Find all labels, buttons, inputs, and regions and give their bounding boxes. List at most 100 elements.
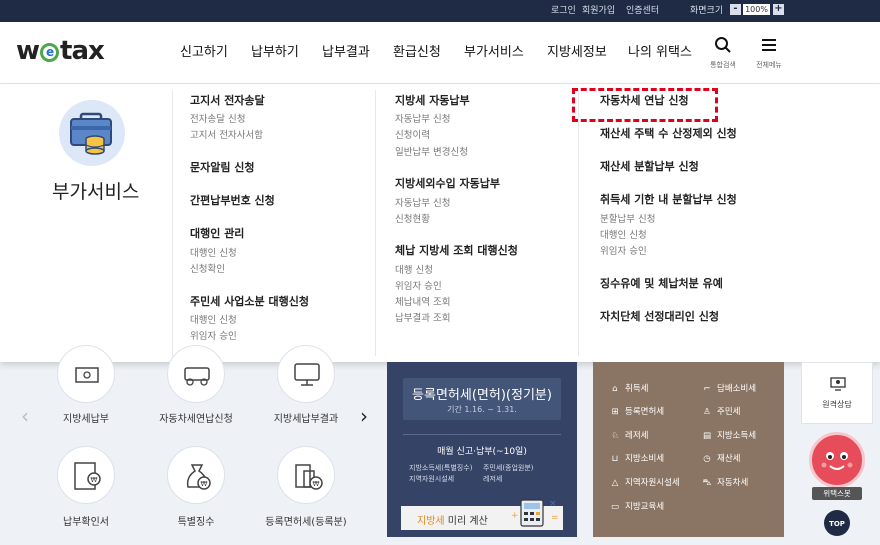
quick-label[interactable]: 납부확인서 xyxy=(26,513,146,528)
tax-type-link[interactable]: ⌐ 담배소비세 xyxy=(701,382,756,394)
remote-consult-button[interactable]: 원격상담 xyxy=(801,362,873,424)
search-icon xyxy=(715,37,731,53)
tax-type-link[interactable]: ♘ 레저세 xyxy=(609,429,648,441)
menu-local-gov-agent[interactable]: 자치단체 선정대리인 신청 xyxy=(600,308,719,324)
document-icon: ▤ xyxy=(702,431,712,441)
login-link[interactable]: 로그인 xyxy=(551,3,576,16)
tax-schedule-banner[interactable]: 등록면허세(면허)(정기분) 기간 1.16. ~ 1.31. 매월 신고·납부… xyxy=(387,362,577,537)
full-menu-button[interactable]: 전체메뉴 xyxy=(753,36,785,70)
svg-text:+: + xyxy=(511,511,519,521)
banner-tax-item: 지방소득세(특별징수) xyxy=(409,464,473,472)
banner-tax-item: 레저세 xyxy=(483,475,503,483)
remote-consult-label: 원격상담 xyxy=(822,400,852,409)
car-icon xyxy=(184,367,210,386)
submenu-item[interactable]: 자동납부 신청 xyxy=(395,195,450,209)
menu-easy-pay-number[interactable]: 간편납부번호 신청 xyxy=(190,192,275,208)
menu-resident-tax-agent[interactable]: 주민세 사업소분 대행신청 xyxy=(190,293,309,309)
menu-non-tax-auto-payment[interactable]: 지방세외수입 자동납부 xyxy=(395,175,500,191)
banner-title-box: 등록면허세(면허)(정기분) 기간 1.16. ~ 1.31. xyxy=(403,378,561,420)
tax-type-link[interactable]: ⌂ 취득세 xyxy=(609,382,648,394)
nav-my-wetax[interactable]: 나의 위택스 xyxy=(628,41,692,60)
hamburger-menu-icon xyxy=(762,39,776,51)
quick-icon-car-tax[interactable] xyxy=(167,345,225,403)
quick-label[interactable]: 자동차세연납신청 xyxy=(136,410,256,425)
person-icon: ♙ xyxy=(703,407,711,417)
banner-title: 등록면허세(면허)(정기분) xyxy=(412,388,552,403)
signup-link[interactable]: 회원가입 xyxy=(582,3,615,16)
submenu-item[interactable]: 위임자 승인 xyxy=(395,278,442,292)
menu-property-tax-installment[interactable]: 재산세 분할납부 신청 xyxy=(600,158,699,174)
quick-icon-payment-cert[interactable]: ₩ xyxy=(57,446,115,504)
submenu-item[interactable]: 신청현황 xyxy=(395,211,430,225)
submenu-item[interactable]: 대행인 신청 xyxy=(600,227,647,241)
mega-menu-title: 부가서비스 xyxy=(52,181,140,203)
submenu-item[interactable]: 위임자 승인 xyxy=(190,328,237,342)
tax-type-link[interactable]: ⛍ 자동차세 xyxy=(701,476,749,489)
quick-icon-registration-tax[interactable]: ₩ xyxy=(277,446,335,504)
menu-auto-payment[interactable]: 지방세 자동납부 xyxy=(395,92,470,108)
quick-icon-special-collection[interactable]: ₩ xyxy=(167,446,225,504)
quick-label[interactable]: 등록면허세(등록분) xyxy=(246,513,366,528)
nav-refund[interactable]: 환급신청 xyxy=(393,41,441,60)
quick-label[interactable]: 특별징수 xyxy=(136,513,256,528)
cert-center-link[interactable]: 인증센터 xyxy=(626,3,659,16)
wetax-logo[interactable]: w e tax xyxy=(16,36,105,66)
briefcase-coins-icon xyxy=(70,112,112,155)
tax-type-link[interactable]: ⊔ 지방소비세 xyxy=(609,452,664,464)
nav-extra-services[interactable]: 부가서비스 xyxy=(464,41,524,60)
menu-e-delivery[interactable]: 고지서 전자송달 xyxy=(190,92,265,108)
menu-collection-deferral[interactable]: 징수유예 및 체납처분 유예 xyxy=(600,275,723,291)
tax-calculator-button[interactable]: 지방세 미리 계산 + × = xyxy=(401,499,563,530)
building-icon: ₩ xyxy=(295,464,323,490)
quick-icon-pay-result[interactable] xyxy=(277,345,335,403)
menu-acquisition-tax-installment[interactable]: 취득세 기한 내 분할납부 신청 xyxy=(600,191,737,207)
cigarette-icon: ⌐ xyxy=(703,384,711,394)
quick-label[interactable]: 지방세납부 xyxy=(26,410,146,425)
tax-type-link[interactable]: ⊞ 등록면허세 xyxy=(609,405,664,417)
integrated-search-button[interactable]: 통합검색 xyxy=(707,36,739,70)
nav-pay[interactable]: 납부하기 xyxy=(251,41,299,60)
top-label: TOP xyxy=(829,520,845,528)
tax-type-link[interactable]: △ 지역자원시설세 xyxy=(609,476,680,488)
tax-type-link[interactable]: ◷ 재산세 xyxy=(701,452,740,464)
site-header: w e tax 신고하기 납부하기 납부결과 환급신청 부가서비스 지방세정보 나의… xyxy=(0,22,880,84)
submenu-item[interactable]: 위임자 승인 xyxy=(600,243,647,257)
tax-type-link[interactable]: ▭ 지방교육세 xyxy=(609,500,664,512)
zoom-out-button[interactable]: - xyxy=(730,4,741,15)
menu-arrears-inquiry-agent[interactable]: 체납 지방세 조회 대행신청 xyxy=(395,242,518,258)
quick-label[interactable]: 지방세납부결과 xyxy=(246,410,366,425)
menu-property-tax-house-exclusion[interactable]: 재산세 주택 수 산정제외 신청 xyxy=(600,125,737,141)
submenu-item[interactable]: 체납내역 조회 xyxy=(395,294,450,308)
zoom-in-button[interactable]: + xyxy=(773,4,784,15)
full-menu-label: 전체메뉴 xyxy=(756,61,782,69)
menu-agent-management[interactable]: 대행인 관리 xyxy=(190,225,244,241)
scroll-top-button[interactable]: TOP xyxy=(824,510,850,536)
menu-sms-alert[interactable]: 문자알림 신청 xyxy=(190,159,255,175)
tax-type-link[interactable]: ▤ 지방소득세 xyxy=(701,429,756,441)
money-bag-icon: ₩ xyxy=(186,464,211,490)
submenu-item[interactable]: 납부결과 조회 xyxy=(395,310,450,324)
svg-text:₩: ₩ xyxy=(313,480,320,488)
submenu-item[interactable]: 대행인 신청 xyxy=(190,312,237,326)
triangle-icon: △ xyxy=(611,478,619,488)
plus-doc-icon: ⊞ xyxy=(611,407,619,417)
banner-divider xyxy=(403,434,561,435)
submenu-item[interactable]: 대행 신청 xyxy=(395,262,433,276)
tax-type-panel: ⌂ 취득세 ⊞ 등록면허세 ♘ 레저세 ⊔ 지방소비세 △ 지역자원시설세 ▭ 지방교육세 … xyxy=(593,362,784,537)
nav-pay-result[interactable]: 납부결과 xyxy=(322,41,370,60)
submenu-item[interactable]: 고지서 전자사서함 xyxy=(190,127,263,141)
submenu-item[interactable]: 자동납부 신청 xyxy=(395,111,450,125)
quick-icon-local-tax-pay[interactable] xyxy=(57,345,115,403)
submenu-item[interactable]: 전자송달 신청 xyxy=(190,111,245,125)
tax-type-link[interactable]: ♙ 주민세 xyxy=(701,405,740,417)
submenu-item[interactable]: 일반납부 변경신청 xyxy=(395,144,468,158)
submenu-item[interactable]: 신청확인 xyxy=(190,261,225,275)
nav-report[interactable]: 신고하기 xyxy=(180,41,228,60)
submenu-item[interactable]: 대행인 신청 xyxy=(190,245,237,259)
submenu-item[interactable]: 신청이력 xyxy=(395,127,430,141)
wetax-bot-button[interactable] xyxy=(809,432,865,488)
cart-icon: ⊔ xyxy=(611,454,619,464)
svg-text:=: = xyxy=(551,513,559,523)
submenu-item[interactable]: 분할납부 신청 xyxy=(600,211,655,225)
nav-local-tax-info[interactable]: 지방세정보 xyxy=(547,41,607,60)
